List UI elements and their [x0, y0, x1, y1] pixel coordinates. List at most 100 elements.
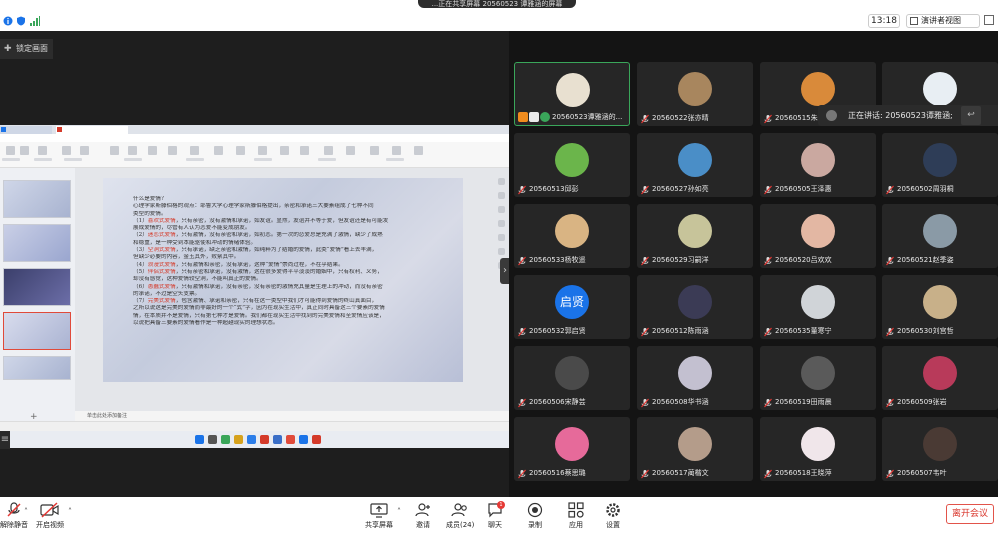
- chevron-up-icon[interactable]: ˄: [397, 507, 401, 516]
- settings-button[interactable]: 设置: [605, 502, 621, 530]
- screen-share-badge-icon: [529, 112, 539, 122]
- slide-text-line: （2）迷恋式爱情，只有激情，没有亲密和承诺，如初恋。第一次的恋爱总是充满了激情，…: [133, 232, 383, 239]
- participant-avatar: [678, 427, 712, 461]
- chevron-up-icon[interactable]: ˄: [24, 507, 28, 516]
- mic-off-icon: [641, 256, 649, 266]
- pin-icon: ✚: [4, 44, 12, 54]
- participant-tile[interactable]: 20560535董寒宁: [760, 275, 876, 339]
- participant-name-bar: 20560515朱程: [763, 113, 825, 124]
- participant-tile[interactable]: 20560527孙如亮: [637, 133, 753, 197]
- participant-tile[interactable]: 20560523谭雅涵的...: [514, 62, 630, 126]
- taskbar-app-icon: [247, 435, 256, 444]
- participant-tile[interactable]: 启贤 20560532郭启贤: [514, 275, 630, 339]
- record-label: 录制: [528, 521, 542, 529]
- sharing-title-pill[interactable]: ...正在共享屏幕 20560523 谭雅涵的屏幕: [418, 0, 576, 8]
- mic-off-icon: [641, 469, 649, 479]
- apps-button[interactable]: 应用: [568, 502, 584, 530]
- side-menu-handle[interactable]: ≡: [0, 431, 10, 449]
- participant-name-bar: 20560533杨牧遥: [517, 255, 586, 266]
- leave-meeting-button[interactable]: 离开会议: [946, 504, 994, 524]
- invite-button[interactable]: 邀请: [415, 502, 431, 530]
- lock-view-button[interactable]: ✚ 锁定画面: [0, 39, 53, 59]
- participant-name: 20560516蔡思璐: [529, 469, 586, 477]
- signal-icon[interactable]: [30, 16, 40, 26]
- participant-tile[interactable]: 20560502周羽桐: [882, 133, 998, 197]
- participant-name: 20560535董寒宁: [775, 327, 832, 335]
- participant-tile[interactable]: 20560509张岩: [882, 346, 998, 410]
- record-button[interactable]: 录制: [527, 502, 543, 530]
- participant-tile[interactable]: 20560520吕欢欢: [760, 204, 876, 268]
- participant-name-bar: 20560532郭启贤: [517, 326, 586, 337]
- mic-off-icon: [886, 185, 894, 195]
- slide-thumb[interactable]: [3, 356, 71, 380]
- participant-tile[interactable]: 20560505王泽惠: [760, 133, 876, 197]
- share-screen-label: 共享屏幕: [365, 521, 393, 529]
- participant-tile[interactable]: 20560518王晓萍: [760, 417, 876, 481]
- mic-off-icon: [764, 469, 772, 479]
- slide-thumb[interactable]: [3, 224, 71, 262]
- gear-icon: [606, 503, 620, 517]
- participant-tile[interactable]: 20560508华书涵: [637, 346, 753, 410]
- participant-name-bar: 20560519田雨晨: [763, 397, 832, 408]
- start-video-button[interactable]: 开启视频: [36, 502, 64, 530]
- participant-name-bar: 20560509张岩: [885, 397, 947, 408]
- participant-tile[interactable]: 20560517蔺楷文: [637, 417, 753, 481]
- participant-avatar: [678, 143, 712, 177]
- participant-name: 20560520吕欢欢: [775, 256, 832, 264]
- participant-tile[interactable]: 20560512陈雨涵: [637, 275, 753, 339]
- view-label: 演讲者视图: [921, 16, 961, 25]
- participant-name-bar: 20560513邱彭: [517, 184, 579, 195]
- participant-name-bar: 20560502周羽桐: [885, 184, 954, 195]
- ppt-icon: [57, 127, 62, 132]
- participant-avatar: [678, 72, 712, 106]
- mic-on-icon: [540, 112, 550, 122]
- participant-name: 20560502周羽桐: [897, 185, 954, 193]
- participant-name-bar: 20560535董寒宁: [763, 326, 832, 337]
- participant-tile[interactable]: 20560521赵季姿: [882, 204, 998, 268]
- participant-tile[interactable]: 20560522张亦晴: [637, 62, 753, 126]
- info-icon[interactable]: [3, 16, 13, 26]
- participant-tile[interactable]: 20560529习嗣洋: [637, 204, 753, 268]
- participant-tile[interactable]: 20560533杨牧遥: [514, 204, 630, 268]
- participant-tile[interactable]: 20560507韦叶: [882, 417, 998, 481]
- slide-text-line: （3）空洞式爱情，只有承诺，缺乏亲密和激情，如纯粹为了结婚的爱情，此类“爱情”看…: [133, 247, 378, 254]
- slide-text-line: 和稳重，是一种受到本能驱使和冲动的情绪体验。: [133, 239, 257, 246]
- participant-name-bar: 20560522张亦晴: [640, 113, 709, 124]
- taskbar-app-icon: [312, 435, 321, 444]
- return-arrow-icon[interactable]: ↩: [961, 106, 981, 125]
- participant-tile[interactable]: 20560516蔡思璐: [514, 417, 630, 481]
- participant-avatar: [801, 214, 835, 248]
- host-badge-icon: [518, 112, 528, 122]
- participant-name: 20560527孙如亮: [652, 185, 709, 193]
- shield-icon[interactable]: [16, 16, 26, 26]
- mic-off-icon: [641, 398, 649, 408]
- slide-text-line: （5）伴侣式爱情，只有亲密和承诺，没有激情，这在很多爱得平平淡淡的婚姻中，只有权…: [133, 268, 383, 275]
- slide-thumb[interactable]: [3, 268, 71, 306]
- slide-text-line: 的承诺，不过是空头支票。: [133, 290, 201, 297]
- participant-tile[interactable]: 20560513邱彭: [514, 133, 630, 197]
- participant-avatar: [923, 285, 957, 319]
- meeting-window: ...正在共享屏幕 20560523 谭雅涵的屏幕 13:18 演讲者视图 ✚ …: [0, 0, 998, 538]
- participant-name-bar: 20560512陈雨涵: [640, 326, 709, 337]
- participant-name: 20560523谭雅涵的...: [552, 113, 623, 121]
- participant-name-bar: 20560530刘宫哲: [885, 326, 954, 337]
- participant-name: 20560519田雨晨: [775, 398, 832, 406]
- members-icon: [451, 503, 467, 517]
- chevron-up-icon[interactable]: ˄: [68, 507, 72, 516]
- participant-tile[interactable]: 20560530刘宫哲: [882, 275, 998, 339]
- participant-name-bar: 20560516蔡思璐: [517, 468, 586, 479]
- members-button[interactable]: 成员(24): [446, 502, 474, 530]
- participant-avatar: [555, 427, 589, 461]
- speaker-view-button[interactable]: 演讲者视图: [906, 14, 980, 28]
- participant-name: 20560517蔺楷文: [652, 469, 709, 477]
- notes-bar[interactable]: 单击此处添加备注: [75, 411, 509, 421]
- participant-avatar: [678, 356, 712, 390]
- slide-thumb-selected[interactable]: [3, 312, 71, 350]
- participant-grid: 20560523谭雅涵的... 20560522张亦晴 20560515朱程 2056…: [509, 31, 998, 497]
- slide-thumb[interactable]: [3, 180, 71, 218]
- share-screen-button[interactable]: 共享屏幕: [365, 502, 393, 530]
- participant-tile[interactable]: 20560506宋静芸: [514, 346, 630, 410]
- fullscreen-icon[interactable]: [984, 15, 994, 25]
- mic-off-icon: [886, 398, 894, 408]
- participant-tile[interactable]: 20560519田雨晨: [760, 346, 876, 410]
